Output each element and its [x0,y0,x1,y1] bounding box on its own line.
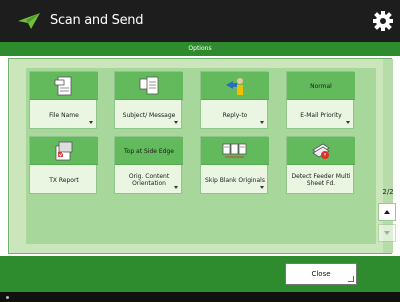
submenu-arrow-icon [89,121,93,124]
tx-report-button[interactable]: TX Report [29,136,98,194]
scroll-down-button[interactable] [378,224,396,242]
close-button[interactable]: Close [285,263,357,285]
orientation-value: Top at Side Edge [124,147,174,155]
email-priority-label: E-Mail Priority [300,111,342,119]
submenu-arrow-icon [260,121,264,124]
tx-report-label: TX Report [49,176,79,184]
status-bar [0,292,400,302]
return-corner-icon [348,276,354,282]
gear-icon[interactable] [372,10,394,32]
subject-message-icon [139,76,159,95]
submenu-arrow-icon [174,186,178,189]
options-panel: File Name Subject/ Message Reply-to Norm… [8,58,393,254]
scroll-up-button[interactable] [378,203,396,221]
detect-feeder-icon [312,143,330,159]
app-title: Scan and Send [50,13,144,28]
email-priority-button[interactable]: Normal E-Mail Priority [286,71,355,129]
tx-report-icon [55,141,73,161]
options-grid: File Name Subject/ Message Reply-to Norm… [26,68,376,244]
page-indicator: 2/2 [382,188,394,196]
triangle-up-icon [384,210,390,214]
triangle-down-icon [384,231,390,235]
close-button-label: Close [311,270,331,278]
status-indicator-icon [6,296,9,299]
detect-feeder-multi-sheet-button[interactable]: Detect Feeder Multi Sheet Fd. [286,136,355,194]
skip-blank-originals-button[interactable]: Skip Blank Originals [200,136,269,194]
submenu-arrow-icon [174,121,178,124]
skip-blank-originals-label: Skip Blank Originals [205,176,265,184]
reply-to-button[interactable]: Reply-to [200,71,269,129]
detect-feeder-multi-sheet-label: Detect Feeder Multi Sheet Fd. [291,173,351,187]
options-tab: Options [0,42,400,56]
scan-send-icon [18,13,40,29]
subject-message-button[interactable]: Subject/ Message [114,71,183,129]
subject-message-label: Subject/ Message [122,111,176,119]
email-priority-value: Normal [310,82,332,90]
submenu-arrow-icon [260,186,264,189]
reply-to-icon [226,78,243,95]
file-name-button[interactable]: File Name [29,71,98,129]
title-bar: Scan and Send [0,0,400,42]
file-name-icon [54,76,72,96]
orig-content-orientation-label: Orig. Content Orientation [128,173,170,187]
skip-blank-originals-icon [222,143,247,158]
reply-to-label: Reply-to [222,111,248,119]
submenu-arrow-icon [346,121,350,124]
orig-content-orientation-button[interactable]: Top at Side Edge Orig. Content Orientati… [114,136,183,194]
file-name-label: File Name [49,111,79,119]
